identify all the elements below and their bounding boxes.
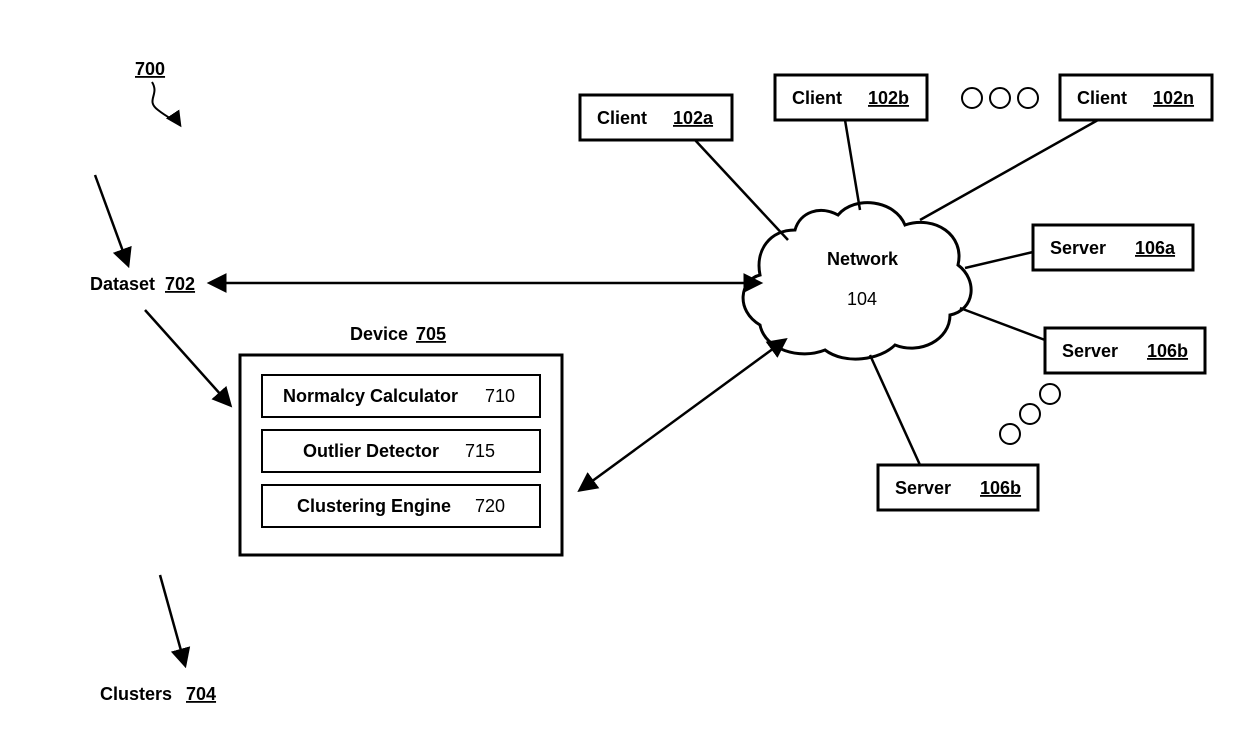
client-ref: 102b <box>868 88 909 108</box>
arrow-network-device <box>580 340 785 490</box>
arrow-to-dataset <box>95 175 128 265</box>
server-label: Server <box>895 478 951 498</box>
component-ref: 720 <box>475 496 505 516</box>
server-node: Server 106a <box>1033 225 1193 270</box>
connector <box>870 355 920 465</box>
figure-ref-label: 700 <box>135 59 165 79</box>
component-ref: 715 <box>465 441 495 461</box>
dataset-ref: 702 <box>165 274 195 294</box>
server-label: Server <box>1050 238 1106 258</box>
device-node: Device 705 Normalcy Calculator 710 Outli… <box>240 324 562 555</box>
server-ref: 106b <box>980 478 1021 498</box>
component-label: Outlier Detector <box>303 441 439 461</box>
client-label: Client <box>792 88 842 108</box>
server-node: Server 106b <box>878 465 1038 510</box>
connector <box>695 140 788 240</box>
component-label: Clustering Engine <box>297 496 451 516</box>
connector <box>920 120 1098 220</box>
clusters-label: Clusters <box>100 684 172 704</box>
network-label: Network <box>827 249 899 269</box>
client-ref: 102n <box>1153 88 1194 108</box>
clusters-node: Clusters 704 <box>100 684 216 704</box>
figure-ref: 700 <box>135 59 180 125</box>
component-ref: 710 <box>485 386 515 406</box>
dataset-node: Dataset 702 <box>90 274 195 294</box>
device-label: Device <box>350 324 408 344</box>
connector <box>960 308 1045 340</box>
connector <box>965 252 1033 268</box>
arrow-dataset-device <box>145 310 230 405</box>
network-cloud: Network 104 <box>743 203 971 359</box>
dataset-label: Dataset <box>90 274 155 294</box>
device-ref: 705 <box>416 324 446 344</box>
server-label: Server <box>1062 341 1118 361</box>
server-ref: 106a <box>1135 238 1176 258</box>
client-label: Client <box>597 108 647 128</box>
server-node: Server 106b <box>1045 328 1205 373</box>
arrow-device-clusters <box>160 575 185 665</box>
connector <box>845 120 860 210</box>
clusters-ref: 704 <box>186 684 216 704</box>
system-diagram: 700 Dataset 702 Device 705 Normalcy Calc… <box>0 0 1240 754</box>
ellipsis-icon <box>1000 384 1060 444</box>
network-ref: 104 <box>847 289 877 309</box>
client-ref: 102a <box>673 108 714 128</box>
ellipsis-icon <box>962 88 1038 108</box>
client-node: Client 102a <box>580 95 732 140</box>
client-node: Client 102n <box>1060 75 1212 120</box>
client-label: Client <box>1077 88 1127 108</box>
server-ref: 106b <box>1147 341 1188 361</box>
client-node: Client 102b <box>775 75 927 120</box>
component-label: Normalcy Calculator <box>283 386 458 406</box>
